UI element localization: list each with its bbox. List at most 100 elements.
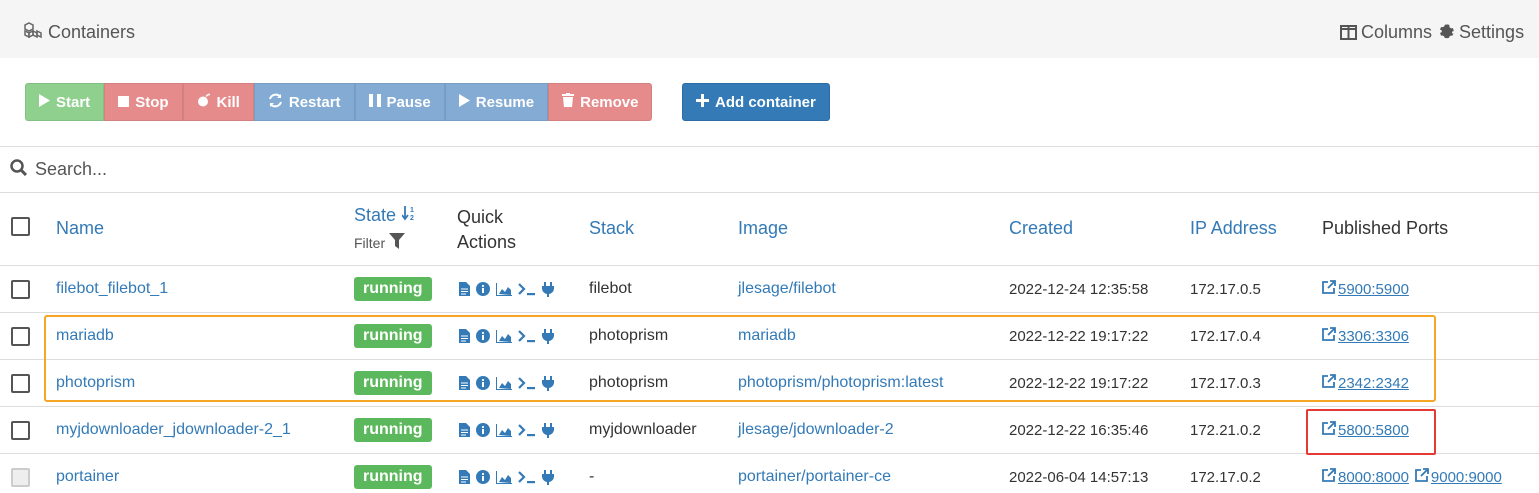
info-icon[interactable] [476,329,490,343]
resume-label: Resume [475,93,535,111]
attach-icon[interactable] [542,469,554,485]
published-ports: 5800:5800 [1322,407,1415,453]
row-checkbox[interactable] [11,373,30,393]
select-all-checkbox[interactable] [11,217,30,236]
stack-name: filebot [589,280,632,297]
image-link[interactable]: jlesage/filebot [738,266,836,312]
restart-button[interactable]: Restart [253,83,355,121]
stop-button[interactable]: Stop [104,83,183,121]
state-filter[interactable]: Filter [354,233,406,252]
kill-button[interactable]: Kill [182,83,254,121]
logs-icon[interactable] [459,423,470,437]
table-row: filebot_filebot_1 running filebot jlesag… [0,266,1539,313]
logs-icon[interactable] [459,376,470,390]
port-link[interactable]: 2342:2342 [1322,374,1409,392]
search-input[interactable] [35,159,635,180]
stop-icon [118,94,130,111]
filter-icon [389,233,406,252]
start-button[interactable]: Start [25,83,105,121]
ip-address: 172.17.0.5 [1190,280,1261,298]
status-badge: running [354,277,432,301]
image-link[interactable]: mariadb [738,313,796,359]
column-header-ports: Published Ports [1322,218,1449,238]
stats-icon[interactable] [496,329,512,343]
columns-button[interactable]: Columns [1340,22,1432,43]
logs-icon[interactable] [459,470,470,484]
logs-icon[interactable] [459,329,470,343]
status-badge: running [354,324,432,348]
column-header-created[interactable]: Created [1009,218,1073,239]
column-header-quick-actions: Quick Actions [457,205,516,255]
column-header-stack[interactable]: Stack [589,218,634,239]
row-checkbox[interactable] [11,326,30,346]
container-name-link[interactable]: portainer [56,454,119,493]
container-name-link[interactable]: mariadb [56,313,114,359]
pause-button[interactable]: Pause [354,83,445,121]
stats-icon[interactable] [496,376,512,390]
ip-address: 172.17.0.4 [1190,327,1261,345]
external-link-icon [1322,374,1336,392]
table-row: photoprism running photoprism photoprism… [0,360,1539,407]
image-link[interactable]: portainer/portainer-ce [738,454,891,493]
info-icon[interactable] [476,282,490,296]
add-container-label: Add container [715,93,816,111]
quick-actions [459,328,554,344]
attach-icon[interactable] [542,375,554,391]
container-actions-toolbar: Start Stop Kill Restart Pause Resume Rem… [25,83,653,121]
port-text: 5900:5900 [1338,280,1409,298]
table-row: mariadb running photoprism mariadb 2022-… [0,313,1539,360]
table-row: portainer running - portainer/portainer-… [0,454,1539,493]
attach-icon[interactable] [542,281,554,297]
table-header: Name State 12 Filter Quick Actions Stack… [0,193,1539,266]
stats-icon[interactable] [496,282,512,296]
stats-icon[interactable] [496,470,512,484]
port-link[interactable]: 8000:8000 [1322,468,1409,486]
created-date: 2022-12-22 19:17:22 [1009,374,1149,392]
logs-icon[interactable] [459,282,470,296]
port-link[interactable]: 9000:9000 [1415,468,1502,486]
stack-name: photoprism [589,374,669,391]
row-checkbox[interactable] [11,279,30,299]
published-ports: 3306:3306 [1322,313,1415,359]
console-icon[interactable] [518,282,536,296]
port-link[interactable]: 3306:3306 [1322,327,1409,345]
attach-icon[interactable] [542,422,554,438]
container-name-link[interactable]: myjdownloader_jdownloader-2_1 [56,407,291,453]
image-link[interactable]: photoprism/photoprism:latest [738,360,943,406]
column-header-ip[interactable]: IP Address [1190,218,1277,239]
image-link[interactable]: jlesage/jdownloader-2 [738,407,894,453]
restart-label: Restart [288,93,341,111]
refresh-icon [268,93,283,112]
info-icon[interactable] [476,423,490,437]
info-icon[interactable] [476,376,490,390]
row-checkbox[interactable] [11,420,30,440]
row-checkbox[interactable] [11,467,30,487]
container-name-link[interactable]: photoprism [56,360,135,406]
console-icon[interactable] [518,329,536,343]
info-icon[interactable] [476,470,490,484]
port-link[interactable]: 5800:5800 [1322,421,1409,439]
settings-button[interactable]: Settings [1438,22,1524,43]
quick-actions [459,469,554,485]
console-icon[interactable] [518,423,536,437]
remove-button[interactable]: Remove [548,83,653,121]
resume-button[interactable]: Resume [444,83,549,121]
console-icon[interactable] [518,376,536,390]
kill-label: Kill [216,93,240,111]
column-header-state[interactable]: State 12 [354,205,418,226]
search-bar [0,146,1539,193]
created-date: 2022-12-22 16:35:46 [1009,421,1149,439]
column-header-image[interactable]: Image [738,218,788,239]
column-header-name[interactable]: Name [56,218,104,239]
port-link[interactable]: 5900:5900 [1322,280,1409,298]
container-name-link[interactable]: filebot_filebot_1 [56,266,168,312]
console-icon[interactable] [518,470,536,484]
add-container-button[interactable]: Add container [682,83,830,121]
published-ports: 5900:5900 [1322,266,1415,312]
svg-text:2: 2 [410,215,414,221]
stats-icon[interactable] [496,423,512,437]
play-icon [39,93,50,111]
trash-icon [562,93,575,111]
quick-actions [459,422,554,438]
attach-icon[interactable] [542,328,554,344]
